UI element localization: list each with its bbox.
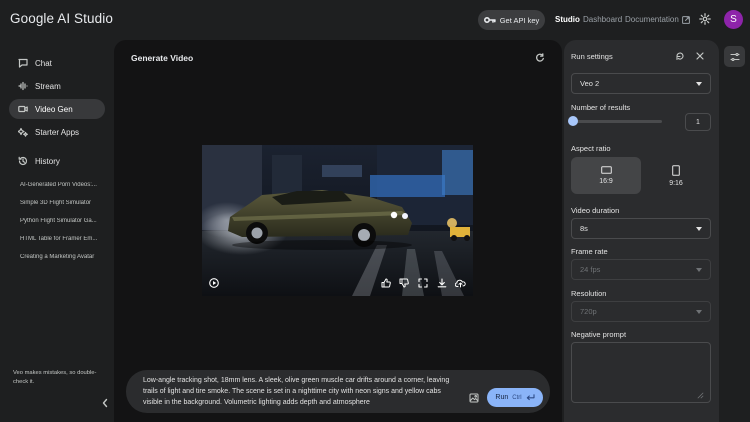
nav-documentation-label: Documentation [625,15,679,24]
refresh-icon[interactable] [535,53,545,63]
sidebar-item-label: Starter Apps [35,127,80,137]
caret-down-icon [696,267,702,272]
thumbs-up-icon[interactable] [381,278,391,288]
history-label: History [35,156,60,166]
history-item[interactable]: Python Flight Simulator Ga... [20,218,106,224]
resize-handle-icon[interactable] [697,392,704,399]
get-api-key-button[interactable]: Get API key [478,10,545,30]
frame-rate-value: 24 fps [580,265,601,274]
caret-down-icon [696,226,702,231]
num-results-input[interactable]: 1 [685,113,711,131]
nav-studio[interactable]: Studio [555,15,580,24]
collapse-sidebar-chevron-left-icon[interactable] [101,398,109,408]
landscape-icon [600,166,612,174]
video-duration-select[interactable]: 8s [571,218,711,239]
prompt-text[interactable]: Low-angle tracking shot, 18mm lens. A sl… [143,375,458,408]
frame-rate-select: 24 fps [571,259,711,280]
run-button-label: Run [495,394,509,401]
add-image-icon[interactable] [469,393,479,403]
caret-down-icon [696,81,702,86]
resolution-select: 720p [571,301,711,322]
play-icon[interactable] [209,278,219,288]
negative-prompt-input[interactable] [571,342,711,403]
model-select[interactable]: Veo 2 [571,73,711,94]
video-icon [18,105,28,113]
caret-down-icon [696,309,702,314]
sidebar-item-label: Chat [35,58,52,68]
tune-settings-icon[interactable] [724,46,745,67]
num-results-slider[interactable] [571,120,662,123]
sidebar-item-stream[interactable]: Stream [9,76,105,96]
stream-icon [18,81,28,91]
apps-icon [18,127,28,137]
nav-documentation[interactable]: Documentation [625,15,690,24]
video-duration-label: Video duration [571,206,620,215]
resolution-label: Resolution [571,289,607,298]
run-shortcut: Ctrl [512,394,522,401]
frame-rate-label: Frame rate [571,247,608,256]
video-duration-value: 8s [580,224,588,233]
brand-logo[interactable]: Google AI Studio [10,11,113,26]
sidebar-item-starter-apps[interactable]: Starter Apps [9,122,105,142]
run-button[interactable]: Run Ctrl [487,388,543,407]
nav-dashboard[interactable]: Dashboard [583,15,622,24]
num-results-label: Number of results [571,103,631,112]
sidebar-item-label: Stream [35,81,61,91]
user-avatar[interactable]: S [724,10,743,29]
num-results-slider-thumb[interactable] [568,116,578,126]
aspect-ratio-label-text: 9:16 [669,179,683,187]
close-icon[interactable] [696,52,704,60]
save-to-drive-icon[interactable] [455,278,466,288]
history-item[interactable]: Simple 3D Flight Simulator [20,200,106,206]
get-api-key-label: Get API key [499,15,540,25]
reset-settings-icon[interactable] [675,51,685,61]
history-item[interactable]: HTML Table for Framer Em... [20,236,106,242]
generated-video-player[interactable] [202,145,473,296]
thumbs-down-icon[interactable] [399,278,409,288]
aspect-ratio-label-text: 16:9 [599,178,613,185]
portrait-icon [672,164,680,176]
aspect-ratio-label: Aspect ratio [571,144,611,153]
download-icon[interactable] [437,278,447,288]
chat-icon [18,58,28,68]
history-icon [18,156,28,166]
history-header[interactable]: History [9,151,105,171]
sidebar-item-video-gen[interactable]: Video Gen [9,99,105,119]
fullscreen-icon[interactable] [418,278,428,288]
run-settings-title: Run settings [571,52,613,61]
disclaimer-text: Veo makes mistakes, so double-check it. [13,370,97,385]
history-item[interactable]: Creating a Marketing Avatar [20,254,106,260]
settings-gear-icon[interactable] [699,13,711,25]
aspect-ratio-9-16[interactable]: 9:16 [641,157,711,194]
model-select-value: Veo 2 [580,79,600,88]
history-item[interactable]: AI-Generated Porn Videos:... [20,182,106,188]
external-link-icon [681,15,690,24]
negative-prompt-label: Negative prompt [571,330,627,339]
sidebar-item-chat[interactable]: Chat [9,53,105,73]
page-title: Generate Video [131,53,194,63]
aspect-ratio-16-9[interactable]: 16:9 [571,157,641,194]
sidebar-item-label: Video Gen [35,104,73,114]
key-icon [483,17,496,23]
video-frame-image [202,145,473,296]
enter-key-icon [526,394,535,401]
resolution-value: 720p [580,307,597,316]
